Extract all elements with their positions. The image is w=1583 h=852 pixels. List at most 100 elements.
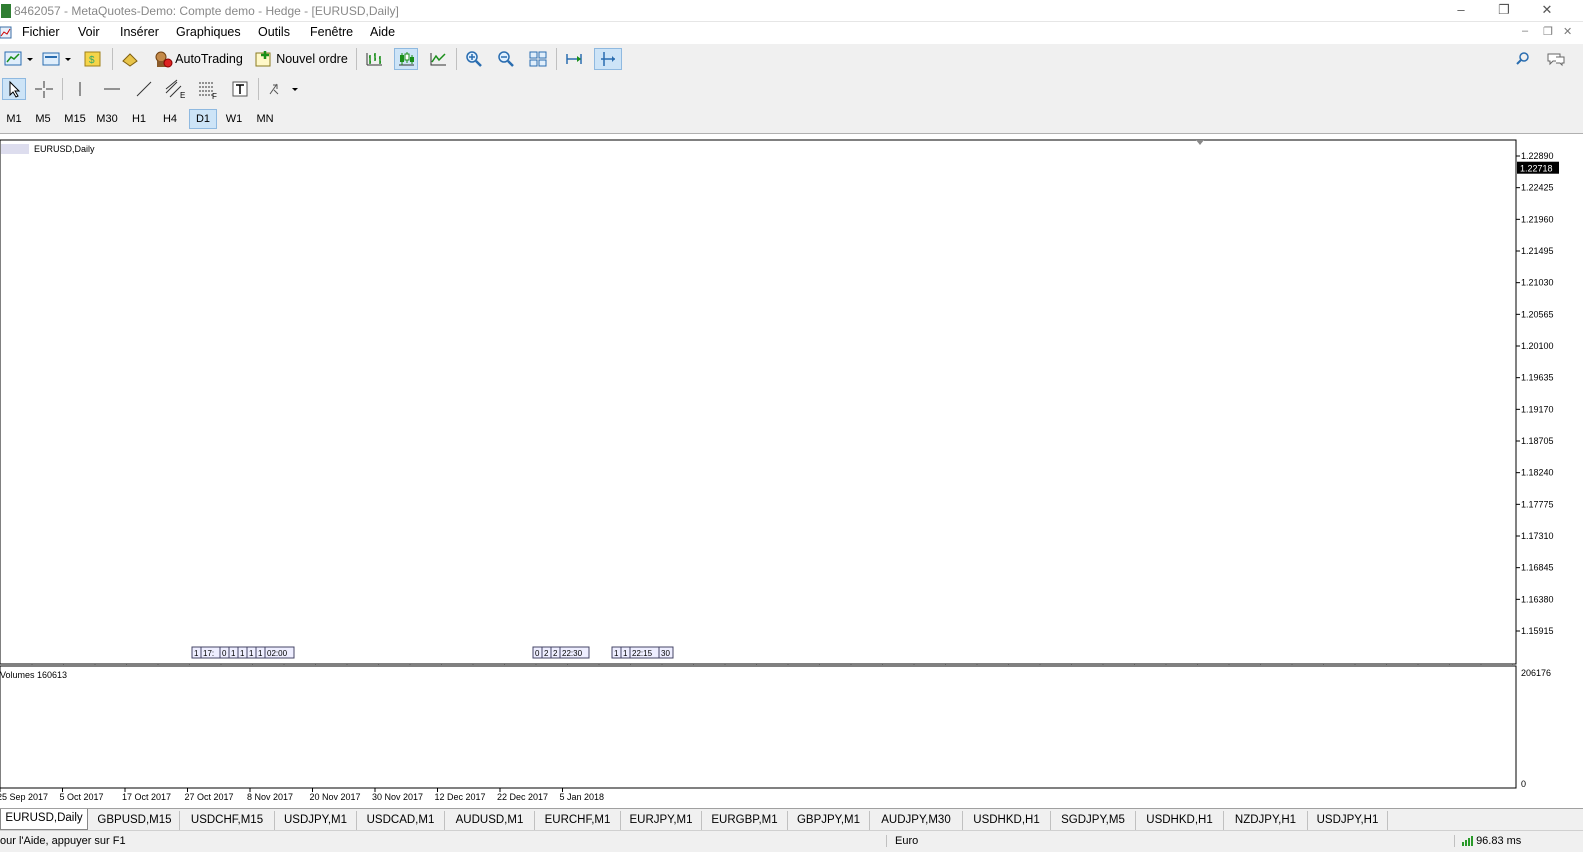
- profiles-button[interactable]: [40, 48, 74, 70]
- status-connection: 96.83 ms: [1454, 835, 1521, 847]
- new-order-label: Nouvel ordre: [276, 52, 348, 66]
- auto-scroll-button[interactable]: [562, 48, 586, 70]
- tab-nzdjpy-h1[interactable]: NZDJPY,H1: [1224, 811, 1308, 830]
- menu-inserer[interactable]: Insérer: [120, 25, 159, 39]
- timeframe-d1[interactable]: D1: [189, 109, 217, 129]
- autotrading-label: AutoTrading: [175, 52, 243, 66]
- profiles-icon: [42, 52, 71, 66]
- zoom-out-button[interactable]: [494, 48, 518, 70]
- status-profile: Euro: [886, 835, 918, 847]
- tab-usdhkd-h1[interactable]: USDHKD,H1: [963, 811, 1051, 830]
- new-chart-button[interactable]: [2, 48, 36, 70]
- price-tick-label: 1.17310: [1521, 531, 1554, 541]
- line-chart-button[interactable]: [426, 48, 450, 70]
- zoom-in-icon: [466, 51, 482, 67]
- tab-eurgbp-m1[interactable]: EURGBP,M1: [702, 811, 788, 830]
- menu-graphiques[interactable]: Graphiques: [176, 25, 241, 39]
- arrows-dropdown-button[interactable]: [264, 78, 302, 100]
- chart-canvas[interactable]: 1.22890 1.22425 1.21960 1.21495 1.21030 1.205…: [0, 136, 1583, 808]
- symbol-flag-icon: [1, 144, 29, 154]
- price-tick-label: 1.17775: [1521, 499, 1554, 509]
- text-label-button[interactable]: [228, 78, 252, 100]
- chart-shift-button[interactable]: [594, 48, 622, 70]
- volume-min-label: 0: [1521, 779, 1526, 789]
- price-tick-label: 1.21960: [1521, 214, 1554, 224]
- price-tick-label: 1.21030: [1521, 278, 1554, 288]
- chart-axes: 1.22890 1.22425 1.21960 1.21495 1.21030 1.205…: [0, 139, 1554, 802]
- candlestick-icon: [399, 52, 414, 66]
- menu-fenetre[interactable]: Fenêtre: [310, 25, 353, 39]
- tab-audjpy-m30[interactable]: AUDJPY,M30: [870, 811, 963, 830]
- chat-button[interactable]: [1544, 48, 1568, 70]
- new-order-icon: [255, 51, 271, 67]
- window-title: 8462057 - MetaQuotes-Demo: Compte demo -…: [14, 4, 399, 18]
- event-marker-text: 22:30: [562, 649, 583, 658]
- tab-audusd-m1[interactable]: AUDUSD,M1: [445, 811, 535, 830]
- date-tick-label: 8 Nov 2017: [247, 792, 293, 802]
- price-tick-label: 1.19170: [1521, 404, 1554, 414]
- timeframe-mn[interactable]: MN: [251, 109, 279, 129]
- date-tick-label: 17 Oct 2017: [122, 792, 171, 802]
- menu-aide[interactable]: Aide: [370, 25, 395, 39]
- tab-gbpjpy-m1[interactable]: GBPJPY,M1: [788, 811, 870, 830]
- candlestick-chart-button[interactable]: [394, 48, 418, 70]
- tab-eurjpy-m1[interactable]: EURJPY,M1: [621, 811, 702, 830]
- drawing-toolbar: E F: [0, 74, 1583, 104]
- app-icon: [1, 4, 11, 18]
- search-button[interactable]: [1512, 48, 1534, 70]
- timeframe-m5[interactable]: M5: [29, 109, 57, 129]
- vertical-line-button[interactable]: [68, 78, 92, 100]
- line-chart-icon: [430, 53, 446, 66]
- tab-usdhkd-h1-2[interactable]: USDHKD,H1: [1136, 811, 1224, 830]
- date-tick-label: 22 Dec 2017: [497, 792, 548, 802]
- market-watch-button[interactable]: $: [80, 48, 106, 70]
- menu-voir[interactable]: Voir: [78, 25, 100, 39]
- arrows-icon: [269, 83, 298, 95]
- chart-window[interactable]: 1.22890 1.22425 1.21960 1.21495 1.21030 1.205…: [0, 136, 1583, 808]
- minimize-button[interactable]: –: [1446, 2, 1476, 17]
- tab-usdjpy-h1[interactable]: USDJPY,H1: [1308, 811, 1388, 830]
- horizontal-line-button[interactable]: [100, 78, 124, 100]
- tab-usdchf-m15[interactable]: USDCHF,M15: [180, 811, 275, 830]
- menu-bar: Fichier Voir Insérer Graphiques Outils F…: [0, 22, 1583, 44]
- mdi-restore-button[interactable]: ❐: [1543, 25, 1553, 38]
- price-tick-label: 1.20100: [1521, 341, 1554, 351]
- cursor-button[interactable]: [2, 78, 26, 100]
- zoom-in-button[interactable]: [462, 48, 486, 70]
- mdi-close-button[interactable]: ✕: [1563, 25, 1572, 38]
- timeframe-h1[interactable]: H1: [125, 109, 153, 129]
- menu-outils[interactable]: Outils: [258, 25, 290, 39]
- close-button[interactable]: ✕: [1532, 2, 1562, 18]
- crosshair-button[interactable]: [32, 78, 56, 100]
- timeframe-w1[interactable]: W1: [220, 109, 248, 129]
- event-marker-text: 02:00: [267, 649, 288, 658]
- chart-tabs-bar: EURUSD,Daily GBPUSD,M15 USDCHF,M15 USDJP…: [0, 808, 1583, 830]
- tab-usdcad-m1[interactable]: USDCAD,M1: [357, 811, 445, 830]
- timeframe-m1[interactable]: M1: [0, 109, 28, 129]
- tab-eurusd-daily[interactable]: EURUSD,Daily: [0, 809, 88, 830]
- tab-usdjpy-m1[interactable]: USDJPY,M1: [275, 811, 357, 830]
- trendline-icon: [136, 81, 152, 97]
- mdi-minimize-button[interactable]: –: [1522, 25, 1528, 37]
- tab-sgdjpy-m5[interactable]: SGDJPY,M5: [1051, 811, 1136, 830]
- event-marker-text: 0: [535, 649, 540, 658]
- maximize-button[interactable]: ❐: [1489, 2, 1519, 18]
- fibonacci-button[interactable]: F: [194, 78, 222, 100]
- date-tick-label: 20 Nov 2017: [310, 792, 361, 802]
- new-order-button[interactable]: Nouvel ordre: [252, 48, 350, 70]
- menu-fichier[interactable]: Fichier: [22, 25, 60, 39]
- tile-windows-button[interactable]: [526, 48, 550, 70]
- timeframe-h4[interactable]: H4: [156, 109, 184, 129]
- equidistant-channel-button[interactable]: E: [162, 78, 190, 100]
- autotrading-button[interactable]: AutoTrading: [150, 48, 246, 70]
- event-marker-text: 2: [553, 649, 558, 658]
- svg-text:$: $: [89, 55, 95, 66]
- date-tick-label: 25 Sep 2017: [0, 792, 48, 802]
- trendline-button[interactable]: [132, 78, 156, 100]
- tab-eurchf-m1[interactable]: EURCHF,M1: [535, 811, 621, 830]
- timeframe-m30[interactable]: M30: [93, 109, 121, 129]
- bar-chart-button[interactable]: [362, 48, 386, 70]
- timeframe-m15[interactable]: M15: [61, 109, 89, 129]
- metaeditor-button[interactable]: [118, 48, 142, 70]
- tab-gbpusd-m15[interactable]: GBPUSD,M15: [90, 811, 180, 830]
